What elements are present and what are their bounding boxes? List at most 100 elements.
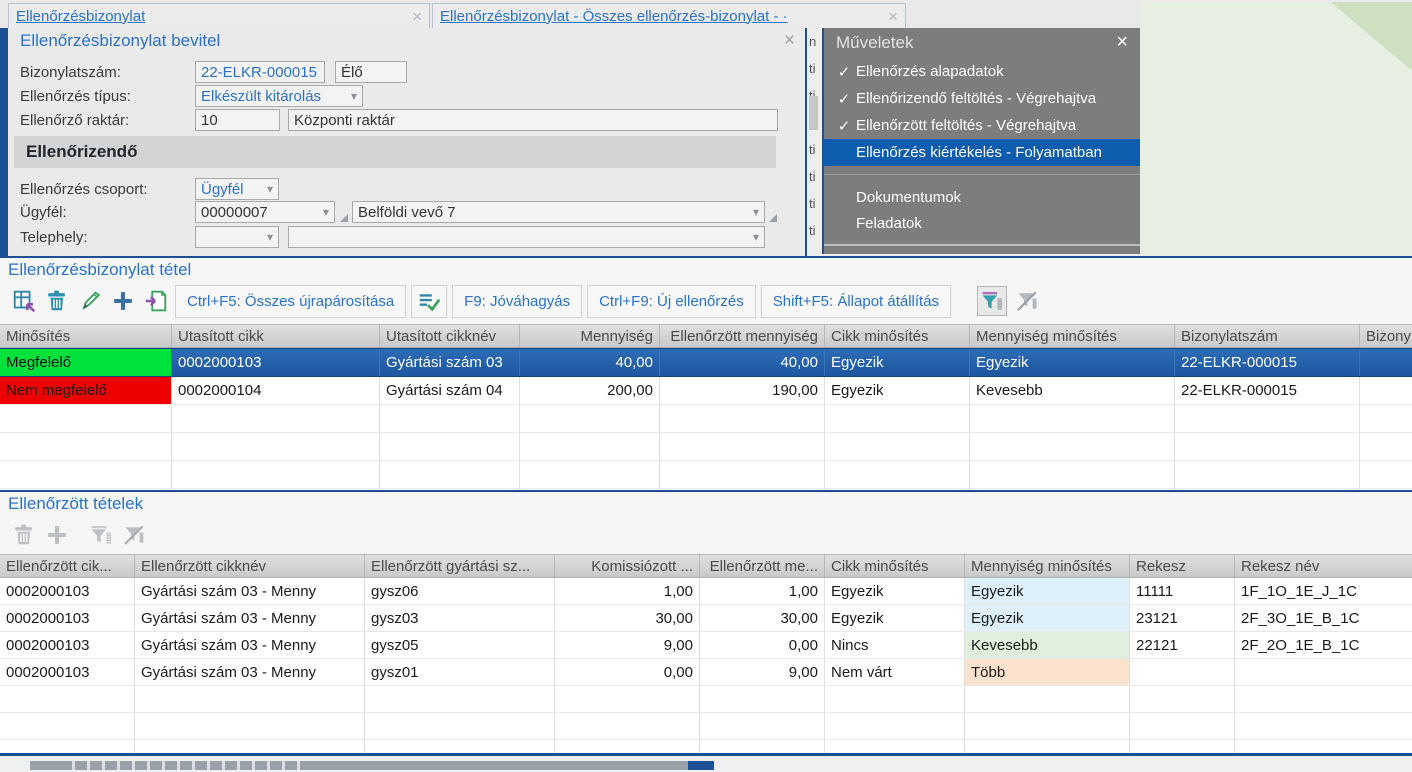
tab-osszes-ellenorzes-bizonylat[interactable]: Ellenőrzésbizonylat - Összes ellenőrzés-…	[432, 3, 906, 28]
operation-label: Ellenőrzés alapadatok	[856, 63, 1004, 80]
chevron-down-icon[interactable]: ▾	[749, 205, 759, 219]
section-title: Ellenőrzött tételek	[8, 494, 143, 514]
tetel-section: Ellenőrzésbizonylat tétel Ctrl+F5: Össze…	[0, 256, 1412, 490]
chevron-down-icon[interactable]: ▾	[749, 230, 759, 244]
table-cell: 2F_3O_1E_B_1C	[1235, 605, 1412, 631]
operation-item[interactable]: Ellenőrzés kiértékelés - Folyamatban	[824, 139, 1140, 166]
raktar-code-field[interactable]: 10	[195, 109, 280, 131]
table-cell	[825, 686, 965, 712]
paste-icon[interactable]	[142, 287, 170, 315]
chevron-down-icon[interactable]: ▾	[263, 182, 273, 196]
combo-resize-handle[interactable]	[769, 214, 777, 222]
bizonylatszam-field[interactable]: 22-ELKR-000015	[195, 61, 325, 83]
table-cell	[660, 405, 825, 432]
filter-icon[interactable]	[977, 286, 1007, 316]
chevron-down-icon[interactable]: ▾	[347, 89, 357, 103]
ellenorzes-tipus-value: Elkészült kitárolás	[201, 88, 321, 105]
close-icon[interactable]: ×	[1116, 31, 1128, 54]
column-header[interactable]: Mennyiség minősítés	[970, 325, 1175, 347]
occluded-text-fragment: ti	[807, 55, 822, 82]
close-icon[interactable]: ×	[412, 8, 422, 25]
table-header-row: Ellenőrzött cik...Ellenőrzött cikknévEll…	[0, 554, 1412, 578]
table-cell: 0002000103	[172, 349, 380, 376]
osszes-ujraparositasa-button[interactable]: Ctrl+F5: Összes újrapárosítása	[175, 285, 406, 318]
column-header[interactable]: Cikk minősítés	[825, 555, 965, 577]
table-cell: 1,00	[700, 578, 825, 604]
column-header[interactable]: Ellenőrzött cikknév	[135, 555, 365, 577]
column-header[interactable]: Komissiózott ...	[555, 555, 700, 577]
close-icon[interactable]: ×	[784, 30, 795, 52]
telephely-code-combo[interactable]: ▾	[195, 226, 279, 248]
operation-link[interactable]: Feladatok	[824, 210, 1140, 236]
column-header[interactable]: Bizonylatszám	[1175, 325, 1360, 347]
column-header[interactable]: Minősítés	[0, 325, 172, 347]
table-cell	[660, 461, 825, 488]
table-row[interactable]: 0002000103Gyártási szám 03 - Mennygysz06…	[0, 578, 1412, 605]
table-row[interactable]: 0002000103Gyártási szám 03 - Mennygysz05…	[0, 632, 1412, 659]
ellenorzes-csoport-dropdown[interactable]: Ügyfél ▾	[195, 178, 279, 200]
table-cell	[135, 713, 365, 739]
raktar-code-value: 10	[201, 112, 218, 129]
table-row[interactable]	[0, 461, 1412, 489]
chevron-down-icon[interactable]: ▾	[319, 205, 329, 219]
telephely-name-combo[interactable]: ▾	[288, 226, 765, 248]
approve-list-icon[interactable]	[411, 285, 447, 318]
ellenorzes-tipus-dropdown[interactable]: Elkészült kitárolás ▾	[195, 85, 363, 107]
table-cell: Egyezik	[965, 605, 1130, 631]
tab-ellenorzesbizonylat[interactable]: Ellenőrzésbizonylat ×	[8, 3, 430, 28]
column-header[interactable]: Ellenőrzött cik...	[0, 555, 135, 577]
raktar-name-field[interactable]: Központi raktár	[288, 109, 778, 131]
column-header[interactable]: Mennyiség minősítés	[965, 555, 1130, 577]
table-cell: 200,00	[520, 377, 660, 404]
ugyfel-name-combo[interactable]: Belföldi vevő 7 ▾	[352, 201, 765, 223]
status-value: Élő	[341, 64, 363, 81]
ugyfel-code-value: 00000007	[201, 204, 268, 221]
column-header[interactable]: Ellenőrzött mennyiség	[660, 325, 825, 347]
ugyfel-code-combo[interactable]: 00000007 ▾	[195, 201, 335, 223]
ellenorizendo-section-header: Ellenőrizendő	[14, 136, 776, 168]
table-row[interactable]: Megfelelő0002000103Gyártási szám 0340,00…	[0, 348, 1412, 377]
table-cell: 2F_2O_1E_B_1C	[1235, 632, 1412, 658]
table-row[interactable]	[0, 405, 1412, 433]
column-header[interactable]: Rekesz	[1130, 555, 1235, 577]
table-cell	[555, 686, 700, 712]
column-header[interactable]: Ellenőrzött me...	[700, 555, 825, 577]
table-row[interactable]: 0002000103Gyártási szám 03 - Mennygysz01…	[0, 659, 1412, 686]
occluded-window-strip: ntititititititi	[807, 28, 822, 256]
chevron-down-icon[interactable]: ▾	[263, 230, 273, 244]
jovahagyas-button[interactable]: F9: Jóváhagyás	[452, 285, 582, 318]
column-header[interactable]: Ellenőrzött gyártási sz...	[365, 555, 555, 577]
table-cell: Nincs	[825, 632, 965, 658]
operation-item[interactable]: ✓Ellenőrizendő feltöltés - Végrehajtva	[824, 85, 1140, 112]
allapot-atallitas-button[interactable]: Shift+F5: Állapot átállítás	[761, 285, 951, 318]
column-header[interactable]: Utasított cikk	[172, 325, 380, 347]
table-cell	[520, 405, 660, 432]
column-header[interactable]: Rekesz név	[1235, 555, 1412, 577]
operation-label: Ellenőrzött feltöltés - Végrehajtva	[856, 117, 1076, 134]
add-icon[interactable]	[109, 287, 137, 315]
table-row[interactable]	[0, 713, 1412, 740]
check-icon: ✓	[824, 63, 856, 81]
open-record-icon[interactable]	[10, 287, 38, 315]
edit-icon[interactable]	[76, 287, 104, 315]
operation-link[interactable]: Dokumentumok	[824, 184, 1140, 210]
table-cell	[1360, 377, 1412, 404]
table-row[interactable]	[0, 740, 1412, 753]
operation-item[interactable]: ✓Ellenőrzés alapadatok	[824, 58, 1140, 85]
uj-ellenorzes-button[interactable]: Ctrl+F9: Új ellenőrzés	[587, 285, 756, 318]
ellenorzes-csoport-value: Ügyfél	[201, 181, 244, 198]
operation-item[interactable]: ✓Ellenőrzött feltöltés - Végrehajtva	[824, 112, 1140, 139]
table-row[interactable]: 0002000103Gyártási szám 03 - Mennygysz03…	[0, 605, 1412, 632]
column-header[interactable]: Utasított cikknév	[380, 325, 520, 347]
table-cell: 9,00	[700, 659, 825, 685]
combo-resize-handle[interactable]	[340, 214, 348, 222]
status-field[interactable]: Élő	[335, 61, 407, 83]
table-row[interactable]	[0, 686, 1412, 713]
column-header[interactable]: Mennyiség	[520, 325, 660, 347]
table-row[interactable]	[0, 433, 1412, 461]
column-header[interactable]: Cikk minősítés	[825, 325, 970, 347]
close-icon[interactable]: ×	[888, 8, 898, 25]
delete-icon[interactable]	[43, 287, 71, 315]
table-row[interactable]: Nem megfelelő0002000104Gyártási szám 042…	[0, 377, 1412, 405]
column-header[interactable]: Bizonyla	[1360, 325, 1412, 347]
